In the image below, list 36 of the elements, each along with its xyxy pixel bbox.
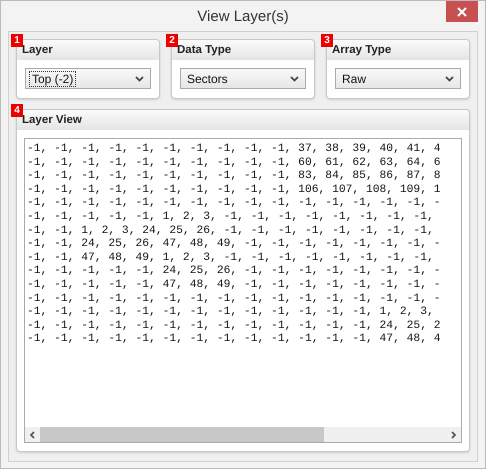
text-line: -1, -1, 47, 48, 49, 1, 2, 3, -1, -1, -1, -1, -1, -1, -1, -1, <box>27 252 435 266</box>
group-title: Layer View <box>22 114 82 126</box>
text-line: -1, -1, 24, 25, 26, 47, 48, 49, -1, -1, -1, -1, -1, -1, -1, - <box>27 238 442 252</box>
text-line: -1, -1, -1, -1, -1, -1, -1, -1, -1, -1, -1, -1, -1, -1, -1, - <box>27 292 442 306</box>
text-line: -1, -1, -1, -1, -1, -1, -1, -1, -1, -1, -1, -1, -1, 1, 2, 3, <box>27 306 435 320</box>
text-line: -1, -1, -1, -1, -1, -1, -1, -1, -1, -1, -1, -1, -1, 47, 48, 4 <box>27 333 442 347</box>
text-line: -1, -1, -1, -1, -1, -1, -1, -1, -1, -1, -1, -1, -1, -1, -1, - <box>27 197 442 211</box>
dropdown[interactable]: Raw <box>335 68 461 89</box>
number-badge: 1 <box>11 34 23 47</box>
group-title: Array Type <box>332 44 392 56</box>
text-line: -1, -1, -1, -1, -1, -1, -1, -1, -1, -1, 60, 61, 62, 63, 64, 6 <box>27 156 442 170</box>
chevron-down-icon <box>445 76 454 82</box>
dropdown[interactable]: Sectors <box>180 68 306 89</box>
close-button[interactable] <box>446 1 478 22</box>
text-line: -1, -1, -1, -1, -1, -1, -1, -1, -1, -1, -1, -1, -1, 24, 25, 2 <box>27 320 442 334</box>
number-badge: 4 <box>11 104 23 117</box>
text-line: -1, -1, 1, 2, 3, 24, 25, 26, -1, -1, -1, -1, -1, -1, -1, -1, <box>27 224 435 238</box>
chevron-down-icon <box>135 76 144 82</box>
close-icon <box>457 6 467 16</box>
text-line: -1, -1, -1, -1, -1, 1, 2, 3, -1, -1, -1, -1, -1, -1, -1, -1, <box>27 210 435 225</box>
chevron-down-icon <box>290 76 299 82</box>
number-badge: 2 <box>166 34 178 47</box>
text-line: -1, -1, -1, -1, -1, 47, 48, 49, -1, -1, -1, -1, -1, -1, -1, - <box>27 278 442 293</box>
chevron-left-icon[interactable] <box>29 430 36 438</box>
dropdown[interactable]: Top (-2) <box>25 68 151 89</box>
window-title: View Layer(s) <box>197 8 289 24</box>
group-title: Layer <box>22 44 53 56</box>
scrollbar-thumb[interactable] <box>40 427 324 442</box>
text-line: -1, -1, -1, -1, -1, -1, -1, -1, -1, -1, 37, 38, 39, 40, 41, 4 <box>27 143 442 157</box>
group-title: Data Type <box>177 44 232 56</box>
number-badge: 3 <box>321 34 333 47</box>
text-line: -1, -1, -1, -1, -1, -1, -1, -1, -1, -1, 83, 84, 85, 86, 87, 8 <box>27 170 442 184</box>
horizontal-scrollbar[interactable] <box>25 427 461 442</box>
text-line: -1, -1, -1, -1, -1, 24, 25, 26, -1, -1, -1, -1, -1, -1, -1, - <box>27 265 442 279</box>
chevron-right-icon[interactable] <box>450 430 457 438</box>
text-line: -1, -1, -1, -1, -1, -1, -1, -1, -1, -1, 106, 107, 108, 109, 1 <box>27 184 442 198</box>
